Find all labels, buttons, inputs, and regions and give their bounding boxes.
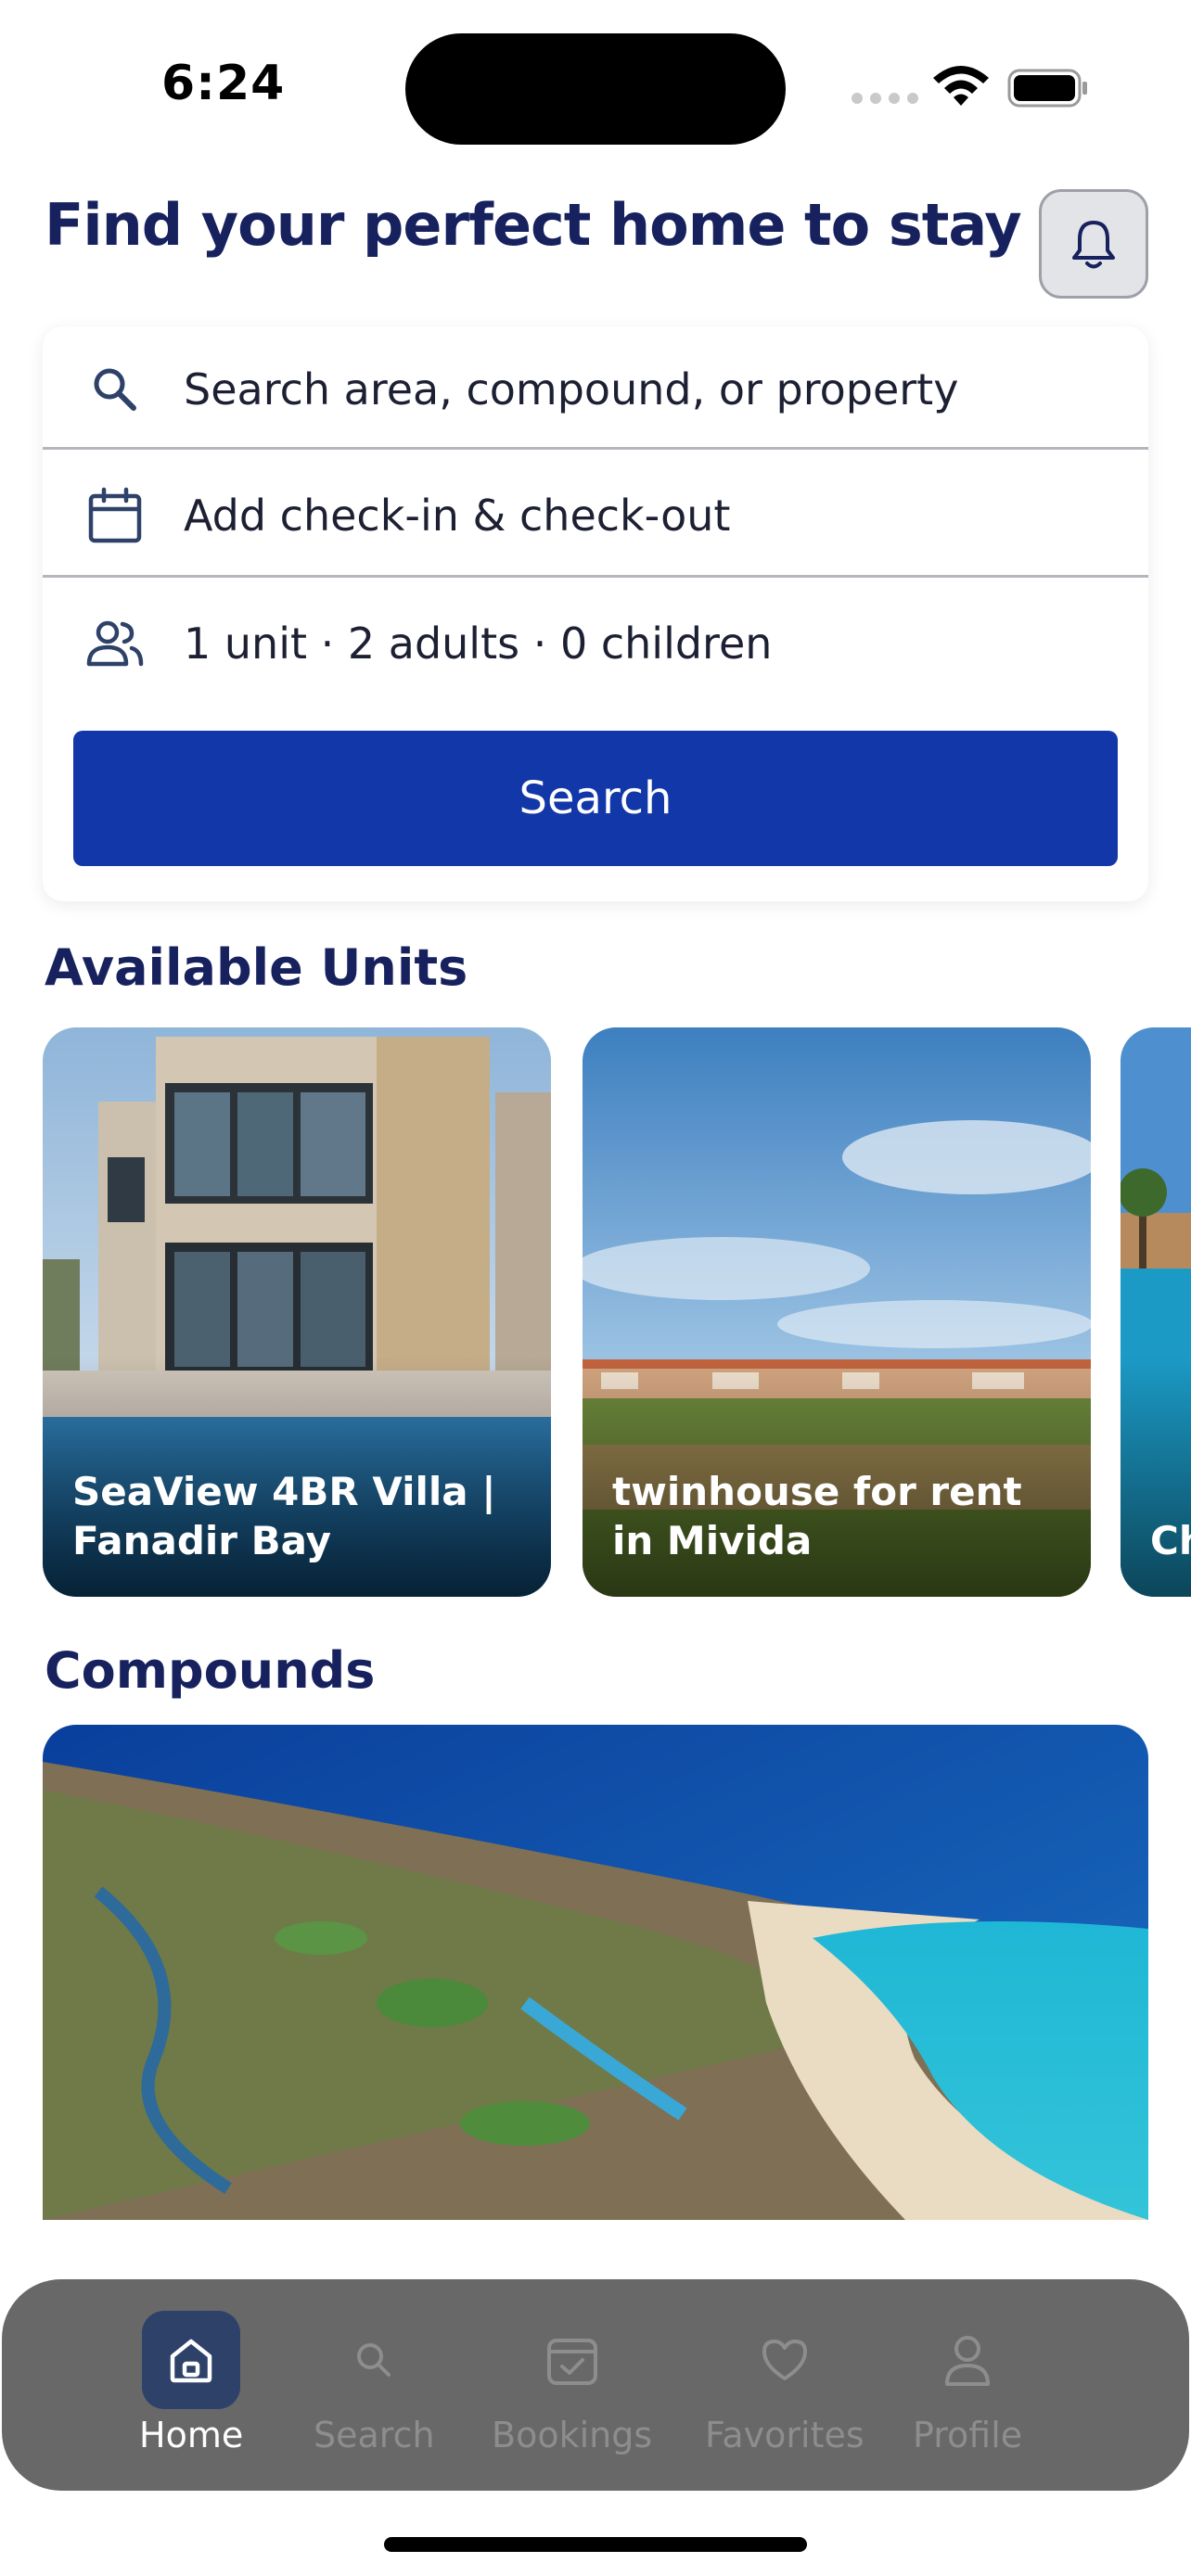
available-units-carousel[interactable]: SeaView 4BR Villa | Fanadir Bay twinhous… [0, 1027, 1191, 1597]
tab-label: Home [139, 2415, 244, 2455]
wifi-icon [933, 66, 989, 106]
unit-card[interactable]: SeaView 4BR Villa | Fanadir Bay [43, 1027, 551, 1597]
guests-selector[interactable]: 1 unit · 2 adults · 0 children [43, 580, 1148, 707]
compound-photo [43, 1725, 1148, 2220]
compounds-title: Compounds [45, 1641, 376, 1700]
page-title: Find your perfect home to stay [45, 191, 1022, 259]
unit-card[interactable]: twinhouse for rent in Mivida [583, 1027, 1091, 1597]
tab-label: Search [314, 2415, 435, 2455]
available-units-title: Available Units [45, 938, 468, 997]
tab-favorites[interactable]: Favorites [705, 2311, 864, 2455]
battery-icon [1007, 69, 1087, 108]
tab-bookings[interactable]: Bookings [492, 2311, 652, 2455]
location-search-placeholder: Search area, compound, or property [184, 364, 959, 414]
dynamic-island [405, 33, 786, 145]
notifications-button[interactable] [1039, 189, 1148, 299]
heart-icon [736, 2311, 834, 2409]
tab-label: Favorites [705, 2415, 864, 2455]
location-search-field[interactable]: Search area, compound, or property [43, 326, 1148, 453]
status-bar: 6:24 [0, 0, 1191, 176]
home-icon [142, 2311, 241, 2409]
status-time: 6:24 [161, 56, 286, 111]
tab-bar: Home Search Bookings Favorites Profile [2, 2279, 1189, 2491]
unit-card[interactable]: Ch re [1121, 1027, 1191, 1597]
cellular-signal-icon [852, 93, 918, 104]
person-icon [918, 2311, 1017, 2409]
people-icon [85, 614, 145, 673]
search-icon [325, 2311, 423, 2409]
divider [43, 575, 1148, 578]
tab-home[interactable]: Home [139, 2311, 243, 2455]
unit-title: SeaView 4BR Villa | Fanadir Bay [72, 1469, 496, 1563]
search-card: Search area, compound, or property Add c… [43, 326, 1148, 901]
divider [43, 447, 1148, 450]
tab-profile[interactable]: Profile [913, 2311, 1022, 2455]
tab-label: Profile [913, 2415, 1023, 2455]
unit-title: twinhouse for rent in Mivida [612, 1469, 1022, 1563]
guests-summary: 1 unit · 2 adults · 0 children [184, 618, 773, 669]
unit-title: Ch re [1150, 1518, 1191, 1563]
calendar-check-icon [523, 2311, 621, 2409]
compound-card[interactable] [43, 1725, 1148, 2220]
tab-label: Bookings [492, 2415, 653, 2455]
tab-search[interactable]: Search [314, 2311, 435, 2455]
search-button[interactable]: Search [73, 731, 1118, 866]
calendar-icon [85, 486, 145, 545]
search-icon [85, 360, 145, 419]
date-placeholder: Add check-in & check-out [184, 491, 731, 541]
date-picker-field[interactable]: Add check-in & check-out [43, 453, 1148, 579]
home-indicator [384, 2537, 807, 2552]
bell-icon [1072, 221, 1115, 269]
